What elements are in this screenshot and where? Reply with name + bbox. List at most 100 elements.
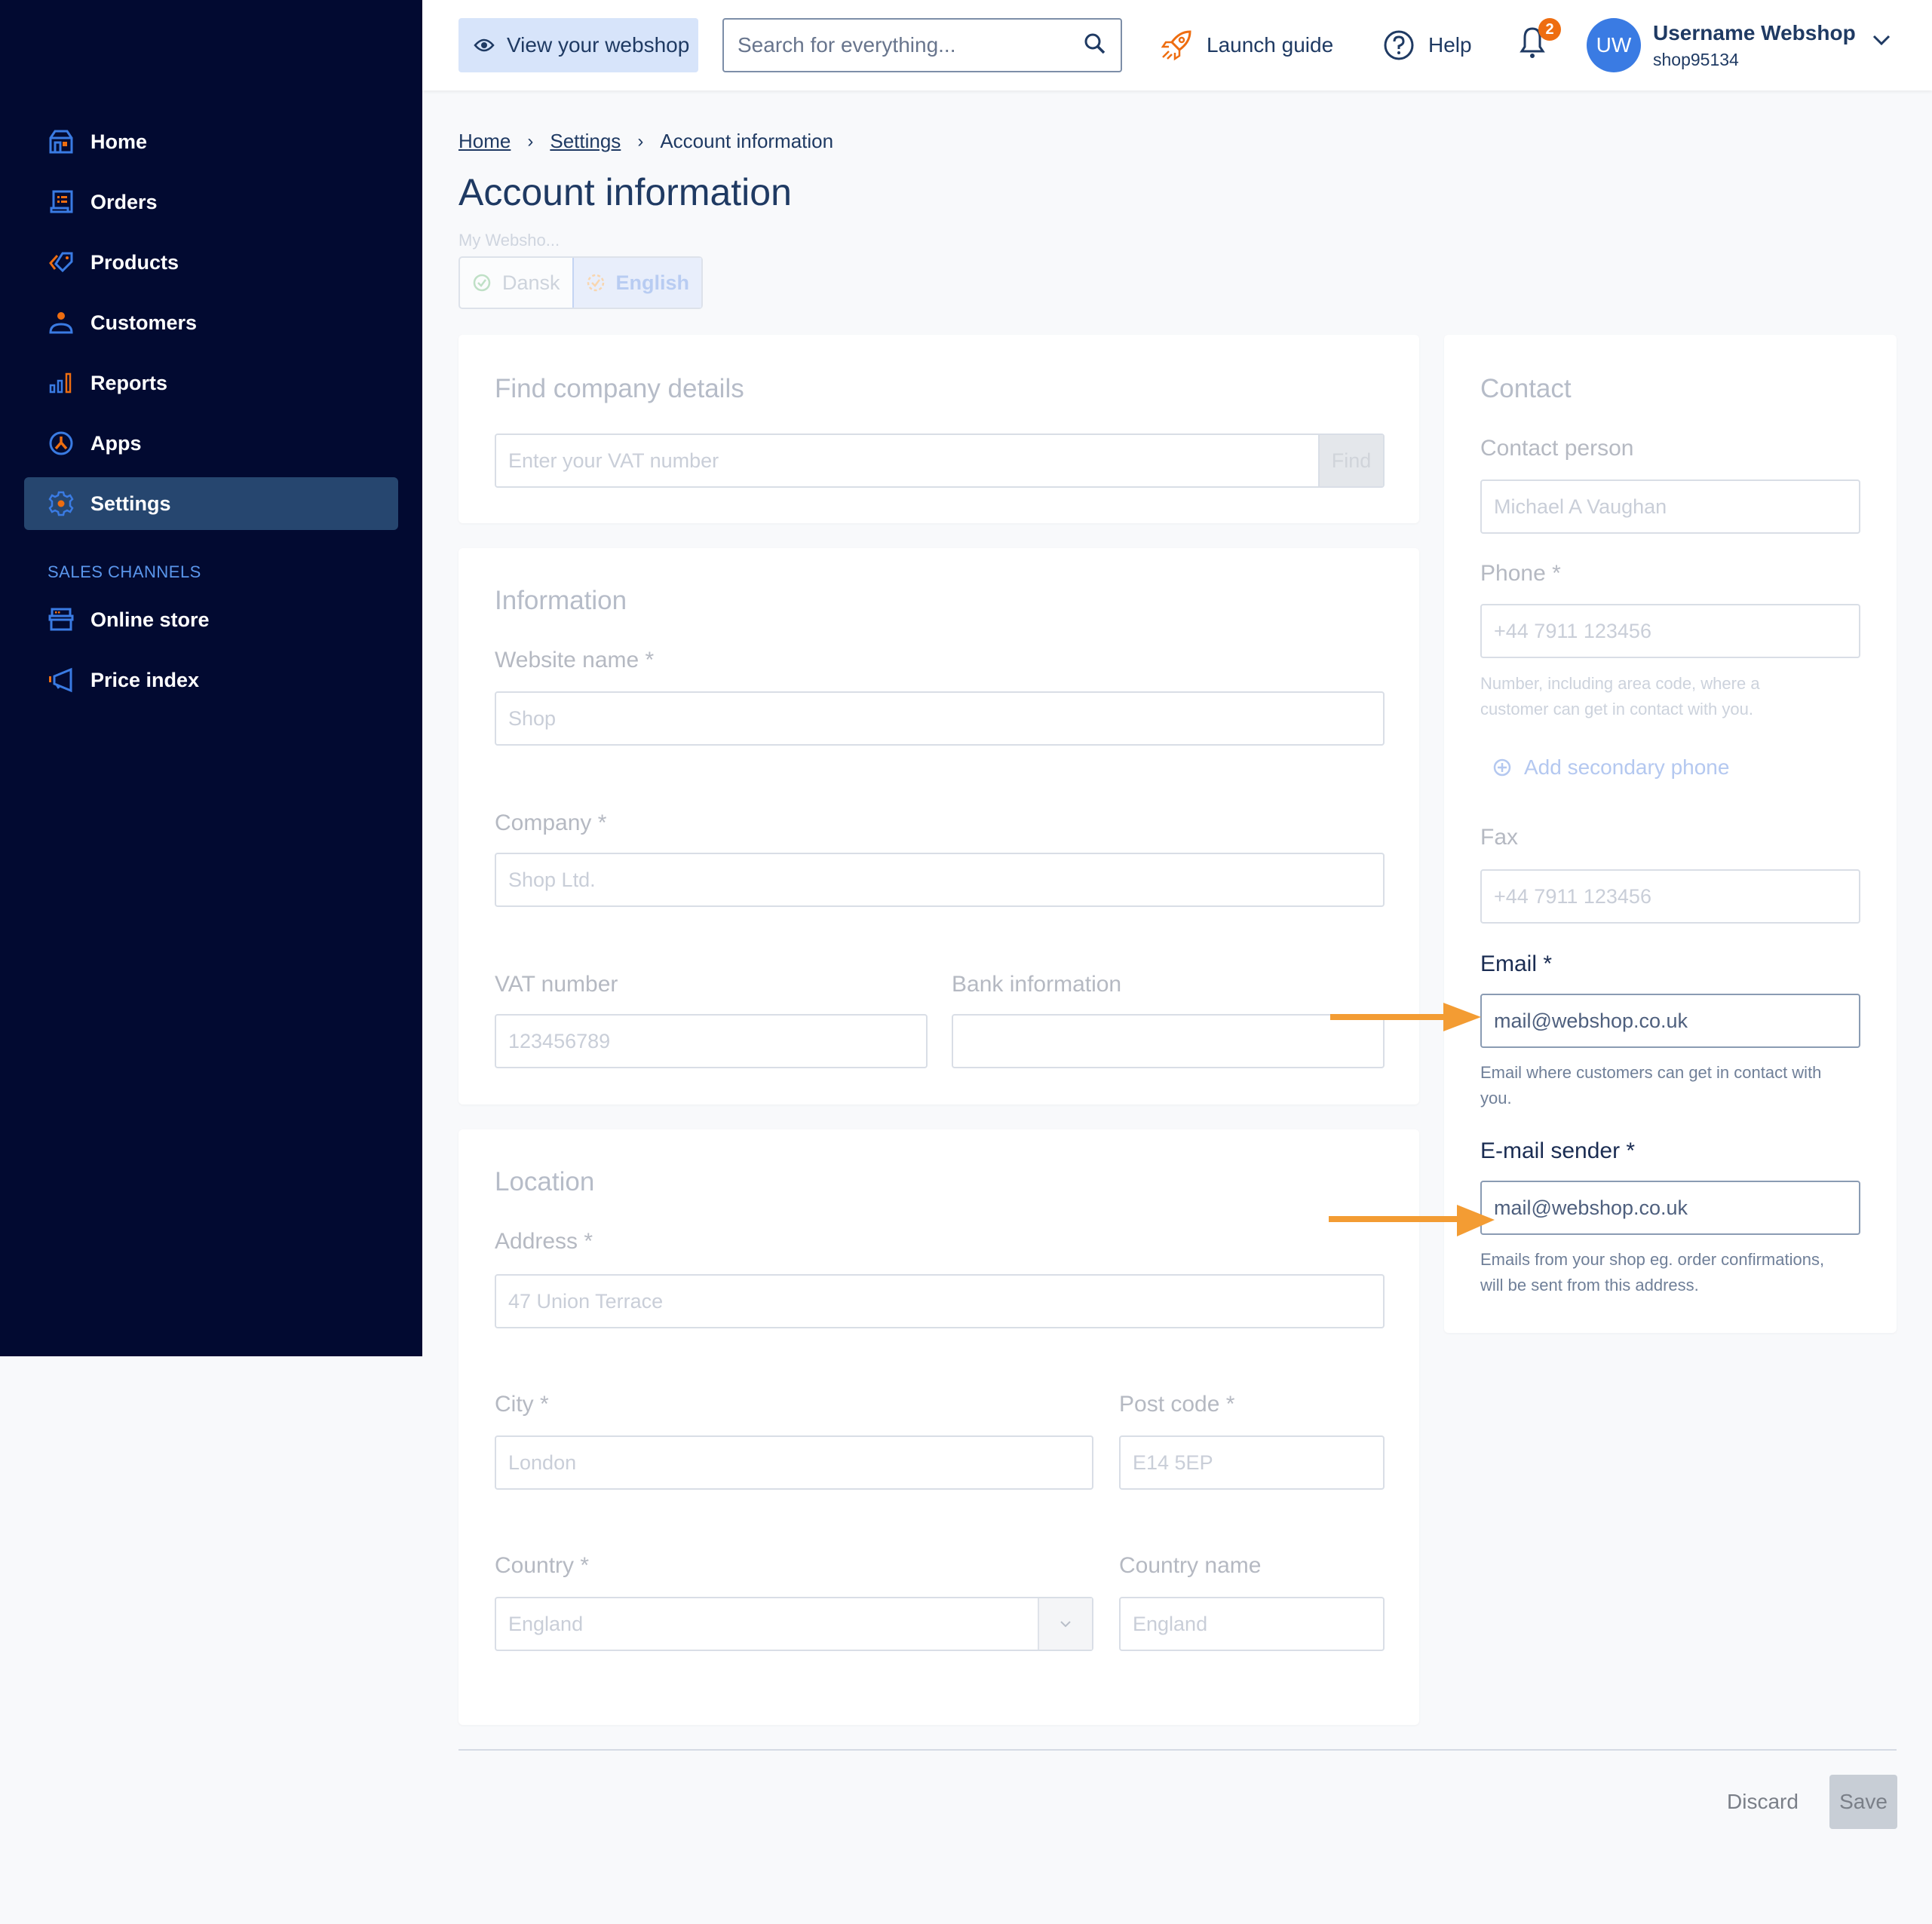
home-icon [47,127,75,156]
email-sender-input[interactable]: mail@webshop.co.uk [1480,1181,1860,1235]
sidebar-item-label: Customers [90,311,198,334]
store-icon [47,605,75,634]
rocket-icon [1160,29,1193,62]
country-label: Country * [495,1553,590,1578]
orders-icon [47,188,75,216]
email-sender-label: E-mail sender * [1480,1138,1636,1163]
shop-id: shop95134 [1653,50,1739,69]
vat-number-label: VAT number [495,972,618,997]
email-help-text: Email where customers can get in contact… [1480,1063,1822,1108]
sidebar-item-home[interactable]: Home [24,115,398,168]
search-box [722,18,1122,72]
email-input[interactable]: mail@webshop.co.uk [1480,994,1860,1048]
country-name-label: Country name [1119,1553,1262,1578]
address-label: Address * [495,1229,593,1254]
location-card: Location Address * 47 Union Terrace City… [458,1129,1419,1725]
find-company-card: Find company details Enter your VAT numb… [458,335,1419,523]
card-title: Find company details [495,374,744,403]
view-webshop-label: View your webshop [507,33,690,57]
sidebar-item-label: Price index [90,668,200,691]
sidebar-item-label: Online store [90,608,210,631]
sidebar-item-label: Settings [90,492,171,515]
language-label: English [615,271,690,294]
search-input[interactable] [738,33,1083,57]
annotation-arrow-email [1330,1003,1481,1031]
chevron-right-icon: › [637,130,644,152]
company-input[interactable]: Shop Ltd. [495,853,1385,907]
breadcrumb: Home › Settings › Account information [458,130,833,153]
address-input[interactable]: 47 Union Terrace [495,1274,1385,1328]
sidebar-item-label: Apps [90,431,142,455]
language-tab-dansk[interactable]: Dansk [460,258,572,308]
bank-information-input[interactable] [952,1014,1385,1068]
sidebar-item-label: Reports [90,371,168,394]
contact-card: Contact Contact person Michael A Vaughan… [1444,335,1897,1333]
bar-chart-icon [47,369,75,397]
sidebar-item-label: Home [90,130,148,153]
country-select[interactable]: England [495,1597,1093,1651]
tag-icon [47,248,75,277]
pending-check-icon [586,273,606,293]
search-icon[interactable] [1083,32,1107,60]
city-input[interactable]: London [495,1435,1093,1490]
help-circle-icon [1383,29,1415,61]
sidebar-item-reports[interactable]: Reports [24,357,398,409]
find-button[interactable]: Find [1318,435,1383,486]
view-webshop-button[interactable]: View your webshop [458,18,698,72]
chevron-down-icon[interactable] [1872,33,1891,51]
sidebar-item-label: Orders [90,190,158,213]
contact-person-input[interactable]: Michael A Vaughan [1480,479,1860,534]
sidebar-item-label: Products [90,250,179,274]
user-icon [47,308,75,337]
contact-person-label: Contact person [1480,436,1634,461]
breadcrumb-home[interactable]: Home [458,130,511,153]
help-label: Help [1428,33,1472,57]
vat-lookup-input[interactable]: Enter your VAT number Find [495,434,1385,488]
breadcrumb-settings[interactable]: Settings [550,130,621,153]
annotation-arrow-email-sender [1329,1205,1495,1236]
sidebar-item-customers[interactable]: Customers [24,296,398,349]
language-tab-english[interactable]: English [572,258,702,308]
sidebar-item-settings[interactable]: Settings [24,477,398,530]
notification-badge: 2 [1538,18,1561,41]
launch-guide-link[interactable]: Launch guide [1160,18,1333,72]
post-code-input[interactable]: E14 5EP [1119,1435,1385,1490]
email-label: Email * [1480,951,1553,976]
sidebar-item-products[interactable]: Products [24,236,398,289]
bank-information-label: Bank information [952,972,1122,997]
launch-guide-label: Launch guide [1207,33,1334,57]
phone-label: Phone * [1480,561,1561,586]
help-link[interactable]: Help [1383,18,1472,72]
save-button[interactable]: Save [1829,1775,1897,1829]
avatar[interactable]: UW [1587,18,1641,72]
eye-icon [474,38,495,53]
card-title: Contact [1480,374,1572,403]
chevron-down-icon[interactable] [1038,1598,1092,1650]
vat-number-input[interactable]: 123456789 [495,1014,928,1068]
information-card: Information Website name * Shop Company … [458,548,1419,1104]
sidebar: Home Orders Products Customers Reports A… [0,0,422,1356]
discard-button[interactable]: Discard [1727,1775,1799,1829]
sidebar-item-price-index[interactable]: Price index [24,654,398,706]
username[interactable]: Username Webshop [1653,21,1856,45]
notifications-button[interactable]: 2 [1516,18,1561,68]
megaphone-icon [47,666,75,694]
sales-channels-heading: SALES CHANNELS [48,562,201,581]
topbar: View your webshop Launch guide Help 2 UW… [422,0,1932,90]
sidebar-item-orders[interactable]: Orders [24,176,398,228]
breadcrumb-current: Account information [660,130,834,152]
email-sender-help-text: Emails from your shop eg. order confirma… [1480,1250,1825,1294]
add-secondary-phone-button[interactable]: Add secondary phone [1492,755,1729,780]
fax-input[interactable]: +44 7911 123456 [1480,869,1860,924]
apps-icon [47,429,75,458]
chevron-right-icon: › [527,130,534,152]
company-label: Company * [495,810,607,835]
website-name-input[interactable]: Shop [495,691,1385,746]
phone-input[interactable]: +44 7911 123456 [1480,604,1860,658]
language-label: Dansk [502,271,560,294]
gear-icon [47,489,75,518]
sidebar-item-online-store[interactable]: Online store [24,593,398,646]
country-name-input[interactable]: England [1119,1597,1385,1651]
sidebar-item-apps[interactable]: Apps [24,417,398,470]
city-label: City * [495,1392,549,1417]
